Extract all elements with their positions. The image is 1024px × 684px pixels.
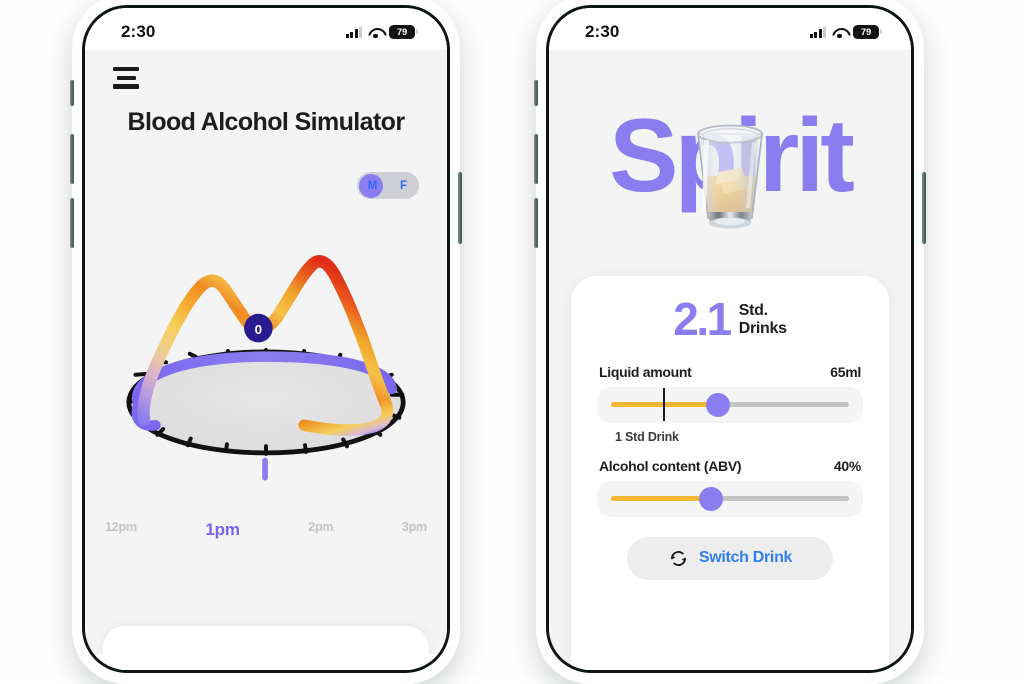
phone-left-bezel: 2:30 79 Blood Alcohol Simulator M F 0 12… xyxy=(82,5,450,673)
status-bar: 2:30 79 xyxy=(85,8,447,50)
power-button[interactable] xyxy=(458,172,462,244)
status-indicators-right: 79 xyxy=(809,25,883,39)
refresh-icon xyxy=(670,550,686,566)
mute-switch-right[interactable] xyxy=(534,80,538,106)
gender-option-female[interactable]: F xyxy=(388,180,419,192)
screenshot-stage: 2:30 79 Blood Alcohol Simulator M F 0 12… xyxy=(0,0,1024,675)
mute-switch[interactable] xyxy=(70,80,74,106)
signal-bars-icon xyxy=(809,26,826,38)
one-std-drink-note: 1 Std Drink xyxy=(615,429,679,444)
gender-toggle[interactable]: M F xyxy=(357,172,419,199)
bac-simulator-body: Blood Alcohol Simulator M F 0 12pm 1pm 2… xyxy=(85,50,447,670)
battery-icon: 79 xyxy=(389,25,419,39)
drink-settings-card: 2.1 Std. Drinks Liquid amount 65ml 1 Std… xyxy=(571,276,889,670)
status-indicators: 79 xyxy=(345,25,419,39)
signal-bars-icon xyxy=(345,26,362,38)
time-label-12pm[interactable]: 12pm xyxy=(105,520,137,540)
abv-thumb[interactable] xyxy=(698,486,723,511)
battery-level: 79 xyxy=(396,26,408,38)
drink-editor-body: Spirit xyxy=(549,50,911,670)
whiskey-glass-icon xyxy=(697,124,763,229)
chart-marker-value: 0 xyxy=(255,322,262,337)
power-button-right[interactable] xyxy=(922,172,926,244)
battery-icon: 79 xyxy=(853,25,883,39)
bac-chart-svg: 0 xyxy=(126,255,406,481)
liquid-amount-track[interactable] xyxy=(611,388,849,421)
status-time: 2:30 xyxy=(121,22,156,41)
std-drinks-unit-line2: Drinks xyxy=(738,319,787,337)
std-drinks-value: 2.1 xyxy=(673,293,732,345)
time-axis: 12pm 1pm 2pm 3pm xyxy=(85,520,447,540)
page-title: Blood Alcohol Simulator xyxy=(127,108,406,136)
wifi-icon xyxy=(832,27,847,39)
battery-level-right: 79 xyxy=(860,26,872,38)
abv-head: Alcohol content (ABV) 40% xyxy=(597,458,863,481)
volume-up-button-right[interactable] xyxy=(534,134,538,184)
liquid-amount-thumb[interactable] xyxy=(706,392,731,417)
phone-right: 2:30 79 Spirit xyxy=(534,0,926,684)
phone-right-bezel: 2:30 79 Spirit xyxy=(546,5,914,673)
liquid-amount-value: 65ml xyxy=(830,363,861,380)
std-drinks-unit: Std. Drinks xyxy=(739,302,787,338)
time-label-3pm[interactable]: 3pm xyxy=(402,520,427,540)
abv-fill xyxy=(611,496,711,501)
abv-track[interactable] xyxy=(611,486,849,511)
liquid-amount-slider[interactable] xyxy=(597,386,863,423)
gender-option-male[interactable]: M xyxy=(357,180,388,192)
bottom-sheet-peek-secondary xyxy=(85,654,447,670)
wifi-icon xyxy=(368,27,383,39)
std-drinks-summary: 2.1 Std. Drinks xyxy=(597,293,863,345)
abv-value: 40% xyxy=(833,457,861,474)
liquid-amount-head: Liquid amount 65ml xyxy=(597,364,863,387)
liquid-amount-field: Liquid amount 65ml 1 Std Drink xyxy=(597,364,863,444)
screen-bac-simulator: 2:30 79 Blood Alcohol Simulator M F 0 12… xyxy=(85,8,447,670)
switch-drink-label: Switch Drink xyxy=(698,549,793,567)
one-std-drink-tick xyxy=(663,388,666,421)
switch-drink-button[interactable]: Switch Drink xyxy=(627,536,833,580)
volume-down-button-right[interactable] xyxy=(534,198,538,248)
screen-drink-editor: 2:30 79 Spirit xyxy=(549,8,911,670)
phone-left: 2:30 79 Blood Alcohol Simulator M F 0 12… xyxy=(70,0,462,684)
abv-slider[interactable] xyxy=(597,480,863,517)
volume-down-button[interactable] xyxy=(70,198,74,248)
hamburger-menu-icon[interactable] xyxy=(113,67,139,89)
chart-time-cursor[interactable] xyxy=(262,457,268,481)
volume-up-button[interactable] xyxy=(70,134,74,184)
time-label-1pm[interactable]: 1pm xyxy=(205,520,240,540)
status-bar-right: 2:30 79 xyxy=(549,8,911,50)
drink-hero: Spirit xyxy=(549,96,911,246)
status-time-right: 2:30 xyxy=(585,22,620,41)
abv-label: Alcohol content (ABV) xyxy=(599,457,742,474)
bac-chart[interactable]: 0 xyxy=(85,210,447,530)
time-label-2pm[interactable]: 2pm xyxy=(308,520,333,540)
std-drinks-unit-line1: Std. xyxy=(738,301,768,319)
abv-field: Alcohol content (ABV) 40% xyxy=(597,458,863,517)
liquid-amount-label: Liquid amount xyxy=(599,363,692,380)
